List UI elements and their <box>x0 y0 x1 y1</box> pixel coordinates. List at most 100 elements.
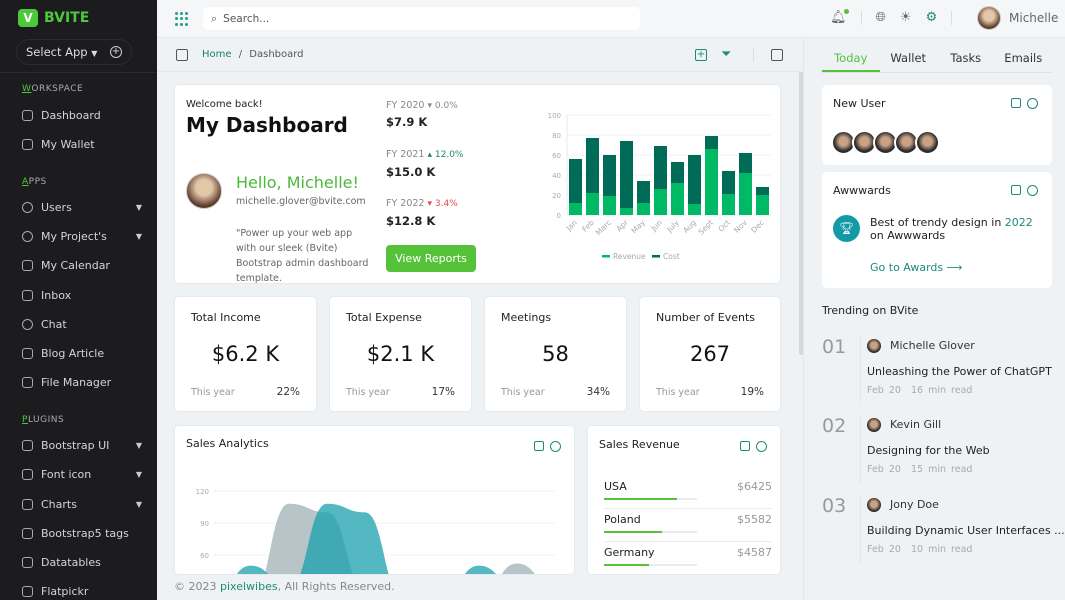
sidebar-item-bootstrap5-tags[interactable]: Bootstrap5 tags <box>22 527 142 540</box>
add-circle-icon[interactable]: + <box>110 46 122 58</box>
avatar[interactable] <box>915 130 940 155</box>
y-tick-label: 100 <box>548 112 561 120</box>
legend-swatch <box>602 255 610 258</box>
sidebar-item-bootstrap-ui[interactable]: Bootstrap UI ▼ <box>22 439 142 452</box>
bar-revenue <box>739 173 752 215</box>
tab-emails[interactable]: Emails <box>995 45 1053 72</box>
brand-name: BVITE <box>44 10 90 26</box>
revenue-value: $4587 <box>737 546 772 559</box>
more-options-icon[interactable] <box>550 441 561 452</box>
y-tick-label: 20 <box>552 192 561 200</box>
article-title[interactable]: Designing for the Web <box>867 444 990 457</box>
search-icon: ⌕ <box>211 11 218 25</box>
sidebar-item-font-icon[interactable]: Font icon ▼ <box>22 468 142 481</box>
sidebar-item-my-calendar[interactable]: My Calendar <box>22 259 142 272</box>
bell-icon[interactable]: 🔔︎ <box>830 9 849 25</box>
tab-wallet[interactable]: Wallet <box>880 45 938 72</box>
bar-cost <box>756 187 769 195</box>
stat-card-number-of-events: Number of Events 267 This year 19% <box>639 296 781 412</box>
trending-item[interactable]: 01 Michelle Glover Unleashing the Power of… <box>822 336 1052 411</box>
bar-cost <box>688 155 701 204</box>
country-name: Germany <box>604 546 655 559</box>
article-title[interactable]: Unleashing the Power of ChatGPT <box>867 365 1052 378</box>
bar-revenue <box>756 195 769 215</box>
progress-fill <box>604 498 677 500</box>
sidebar-item-datatables[interactable]: Datatables <box>22 556 142 569</box>
sidebar-item-users[interactable]: Users ▼ <box>22 201 142 214</box>
divider <box>753 48 754 62</box>
apps-grid-icon[interactable] <box>175 12 189 26</box>
tab-today[interactable]: Today <box>822 45 880 72</box>
sun-icon[interactable]: ☀︎ <box>900 10 912 25</box>
author-name: Jony Doe <box>890 498 939 511</box>
sidebar-item-dashboard[interactable]: Dashboard <box>22 109 142 122</box>
x-tick-label: Aug <box>681 218 698 235</box>
expand-icon[interactable] <box>1011 98 1021 108</box>
more-options-icon[interactable] <box>1027 185 1038 196</box>
chart-icon <box>22 499 33 510</box>
more-options-icon[interactable] <box>1027 98 1038 109</box>
award-text: Best of trendy design in 2022 on Awwward… <box>870 216 1033 242</box>
breadcrumb-current: Dashboard <box>249 49 304 60</box>
welcome-greeting: Welcome back! <box>186 99 263 110</box>
bar-cost <box>569 159 582 203</box>
expand-icon[interactable] <box>1011 185 1021 195</box>
footer-brand-link[interactable]: pixelwibes <box>220 580 278 593</box>
bar-revenue <box>586 193 599 215</box>
search-input[interactable]: ⌕ Search... <box>203 7 640 30</box>
breadcrumb-home[interactable]: Home <box>202 49 232 60</box>
legend-label: Cost <box>663 252 680 261</box>
area-series <box>236 503 496 574</box>
more-options-icon[interactable] <box>756 441 767 452</box>
y-tick-label: 90 <box>200 520 209 528</box>
sidebar-item-my-wallet[interactable]: My Wallet <box>22 138 142 151</box>
add-square-icon[interactable]: + <box>695 49 707 61</box>
right-panel-toggle-icon[interactable] <box>771 49 783 61</box>
sidebar-item-file-manager[interactable]: File Manager <box>22 376 142 389</box>
revenue-cost-bar-chart: 100806040200Jan FebMarc Apr May Jun July AugSe… <box>548 112 771 261</box>
sidebar-item-flatpickr[interactable]: Flatpickr <box>22 585 142 598</box>
footer-rights: , All Rights Reserved. <box>277 580 395 593</box>
filter-icon[interactable]: ⏷ <box>721 47 731 62</box>
new-user-avatars <box>831 130 940 155</box>
x-tick-label: Jan <box>564 218 579 233</box>
fy-value: $7.9 K <box>386 115 428 129</box>
fy-value: $15.0 K <box>386 165 436 179</box>
fy-label: FY 2021 ▴ 12.0% <box>386 149 464 160</box>
tab-tasks[interactable]: Tasks <box>937 45 995 72</box>
user-menu[interactable]: Michelle <box>977 6 1058 30</box>
section-apps: APPS <box>22 177 47 187</box>
sidebar-item-label: Inbox <box>41 289 72 302</box>
trending-title: Trending on BVite <box>822 304 919 317</box>
fy-label: FY 2022 ▾ 3.4% <box>386 198 458 209</box>
stat-value: $6.2 K <box>211 342 280 366</box>
sidebar-item-charts[interactable]: Charts ▼ <box>22 498 142 511</box>
trending-item[interactable]: 03 Jony Doe Building Dynamic User Interfac… <box>822 495 1065 570</box>
sidebar-item-my-projects[interactable]: My Project's ▼ <box>22 230 142 243</box>
progress-bar <box>604 564 697 566</box>
sidebar-toggle-icon[interactable] <box>176 49 188 61</box>
expand-icon[interactable] <box>740 441 750 451</box>
gear-icon[interactable]: ⚙︎ <box>926 10 938 25</box>
stat-title: Number of Events <box>656 311 756 324</box>
trend-badge: ▾ 3.4% <box>427 199 458 209</box>
expand-icon[interactable] <box>534 441 544 451</box>
bar-revenue <box>688 204 701 215</box>
sales-analytics-area-chart: 120 90 60 <box>196 488 555 574</box>
calendar-icon <box>22 260 33 271</box>
sidebar-item-inbox[interactable]: Inbox <box>22 289 142 302</box>
brand-logo[interactable]: V BVITE <box>18 9 89 27</box>
view-reports-button[interactable]: View Reports <box>386 245 476 272</box>
sales-analytics-card: Sales Analytics 120 90 60 <box>174 425 575 575</box>
sidebar-item-blog-article[interactable]: Blog Article <box>22 347 142 360</box>
trending-item[interactable]: 02 Kevin Gill Designing for the Web Feb 20 … <box>822 415 1052 490</box>
trend-badge: ▴ 12.0% <box>427 150 464 160</box>
globe-icon[interactable]: 🌐︎ <box>876 10 886 25</box>
article-title[interactable]: Building Dynamic User Interfaces ... <box>867 524 1065 537</box>
article-icon <box>22 348 33 359</box>
y-tick-label: 0 <box>557 212 561 220</box>
select-app-dropdown[interactable]: Select App ▼ + <box>16 39 132 65</box>
divider <box>860 10 862 25</box>
sidebar-item-chat[interactable]: Chat <box>22 318 142 331</box>
go-to-awards-link[interactable]: Go to Awards ⟶ <box>870 261 962 274</box>
